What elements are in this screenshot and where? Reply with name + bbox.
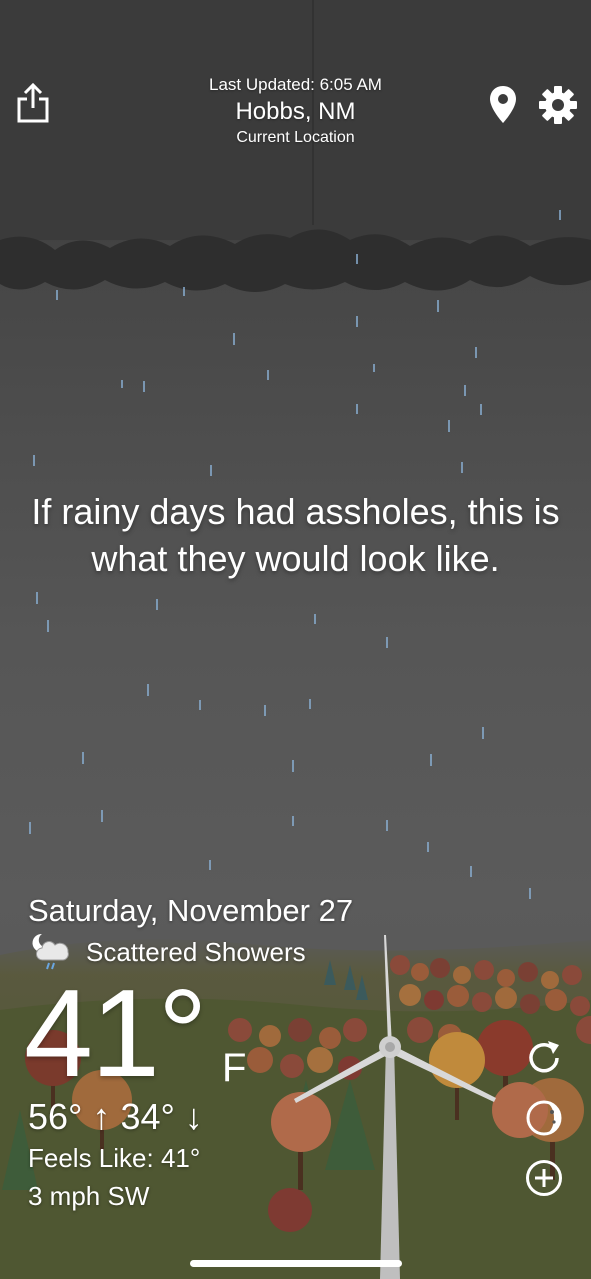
moon-phase-icon	[526, 1100, 562, 1136]
refresh-icon	[529, 1041, 559, 1073]
condition-text: Scattered Showers	[86, 936, 306, 967]
temperature: 41°	[24, 965, 208, 1103]
temperature-unit[interactable]: F	[222, 1046, 246, 1090]
location-label: Current Location	[236, 129, 355, 146]
moon-phase-button[interactable]	[524, 1098, 564, 1138]
wind-info: 3 mph SW	[28, 1181, 150, 1211]
location-button[interactable]	[488, 85, 518, 125]
settings-button[interactable]	[538, 85, 578, 125]
add-location-button[interactable]	[524, 1158, 564, 1198]
weather-message: If rainy days had assholes, this is what…	[31, 491, 560, 579]
high-low-temps: 56° ↑ 34° ↓	[28, 1096, 203, 1137]
gear-icon	[539, 86, 577, 124]
plus-circle-icon	[526, 1160, 562, 1196]
home-indicator[interactable]	[190, 1260, 402, 1267]
feels-like: Feels Like: 41°	[28, 1143, 201, 1173]
map-pin-icon	[490, 86, 516, 123]
refresh-button[interactable]	[524, 1038, 564, 1078]
date-label: Saturday, November 27	[28, 893, 354, 928]
